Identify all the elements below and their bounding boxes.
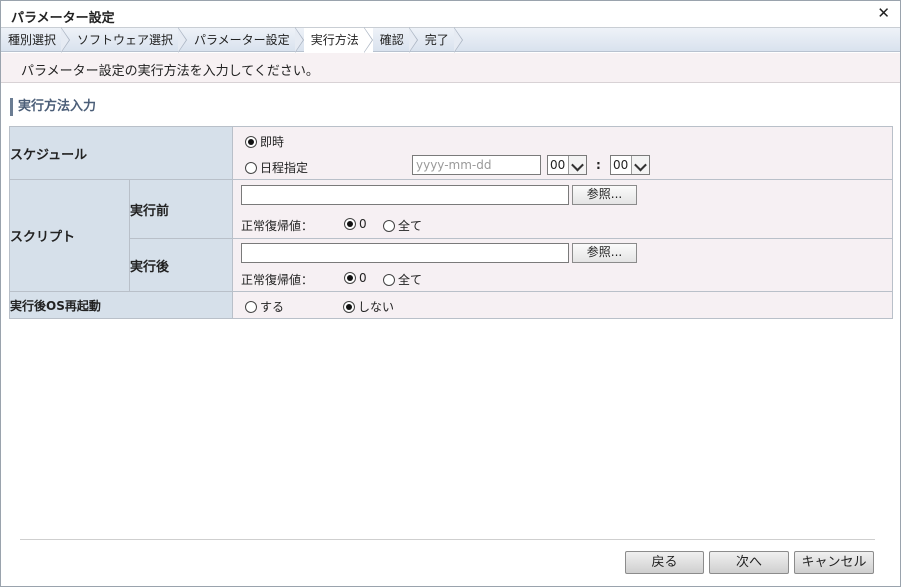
script-after-cell: 参照... 正常復帰値： 0 全て	[232, 238, 893, 292]
date-option-label: 日程指定	[260, 161, 309, 175]
date-input[interactable]: yyyy-mm-dd	[412, 155, 541, 175]
radio-after-zero[interactable]	[344, 272, 356, 284]
radio-reboot-yes[interactable]	[245, 301, 257, 313]
radio-reboot-no[interactable]	[343, 301, 355, 313]
before-return-zero-option[interactable]: 0	[344, 217, 367, 231]
radio-immediate[interactable]	[245, 136, 257, 148]
after-zero-label: 0	[359, 271, 367, 285]
script-after-path-input[interactable]	[241, 243, 569, 263]
script-before-path-input[interactable]	[241, 185, 569, 205]
title-bar: パラメーター設定 ✕	[1, 1, 900, 28]
hour-select[interactable]: 00	[547, 155, 587, 175]
before-zero-label: 0	[359, 217, 367, 231]
after-return-zero-option[interactable]: 0	[344, 271, 367, 285]
step-complete: 完了	[418, 26, 463, 53]
chevron-down-icon	[631, 156, 649, 174]
return-value-label: 正常復帰値：	[241, 273, 314, 287]
execution-form: スケジュール 即時 日程指定 yyyy-mm-dd 00 : 00 スクリプト …	[9, 126, 893, 319]
chevron-down-icon	[568, 156, 586, 174]
script-label: スクリプト	[9, 179, 130, 292]
step-software-selection: ソフトウェア選択	[70, 26, 188, 53]
before-return-all-option[interactable]: 全て	[383, 217, 422, 234]
reboot-no-option[interactable]: しない	[343, 298, 394, 315]
after-all-label: 全て	[398, 273, 423, 287]
instruction-text: パラメーター設定の実行方法を入力してください。	[1, 53, 900, 83]
radio-before-all[interactable]	[383, 220, 395, 232]
dialog-title: パラメーター設定	[11, 11, 115, 26]
immediate-label: 即時	[260, 135, 285, 149]
radio-after-all[interactable]	[383, 274, 395, 286]
browse-after-button[interactable]: 参照...	[572, 243, 637, 263]
radio-date[interactable]	[245, 162, 257, 174]
minute-select[interactable]: 00	[610, 155, 650, 175]
schedule-label: スケジュール	[9, 126, 233, 180]
after-return-all-option[interactable]: 全て	[383, 271, 422, 288]
time-separator: :	[596, 158, 601, 172]
minute-value: 00	[613, 158, 629, 172]
return-value-label: 正常復帰値：	[241, 219, 314, 233]
browse-before-button[interactable]: 参照...	[572, 185, 637, 205]
step-confirm: 確認	[373, 26, 418, 53]
hour-value: 00	[550, 158, 566, 172]
reboot-cell: する しない	[232, 291, 893, 319]
radio-before-zero[interactable]	[344, 218, 356, 230]
cancel-button[interactable]: キャンセル	[794, 551, 874, 574]
schedule-cell: 即時 日程指定 yyyy-mm-dd 00 : 00	[232, 126, 893, 180]
reboot-label: 実行後OS再起動	[9, 291, 233, 319]
schedule-immediate-option[interactable]: 即時	[245, 133, 284, 150]
section-title: 実行方法入力	[10, 98, 96, 116]
step-execution-method: 実行方法	[303, 26, 373, 53]
next-button[interactable]: 次へ	[709, 551, 789, 574]
reboot-no-label: しない	[358, 300, 395, 314]
wizard-steps: 種別選択 ソフトウェア選択 パラメーター設定 実行方法 確認 完了	[1, 26, 900, 53]
back-button[interactable]: 戻る	[625, 551, 704, 574]
step-type-selection: 種別選択	[1, 26, 71, 53]
script-after-label: 実行後	[129, 238, 233, 292]
reboot-yes-label: する	[260, 300, 285, 314]
step-parameter-settings: パラメーター設定	[187, 26, 304, 53]
reboot-yes-option[interactable]: する	[245, 298, 284, 315]
script-before-label: 実行前	[129, 179, 233, 239]
close-icon[interactable]: ✕	[877, 5, 890, 21]
script-before-cell: 参照... 正常復帰値： 0 全て	[232, 179, 893, 239]
dialog-window: パラメーター設定 ✕ 種別選択 ソフトウェア選択 パラメーター設定 実行方法 確…	[0, 0, 901, 587]
schedule-date-option[interactable]: 日程指定	[245, 159, 308, 176]
before-all-label: 全て	[398, 219, 423, 233]
footer-divider	[20, 539, 875, 540]
